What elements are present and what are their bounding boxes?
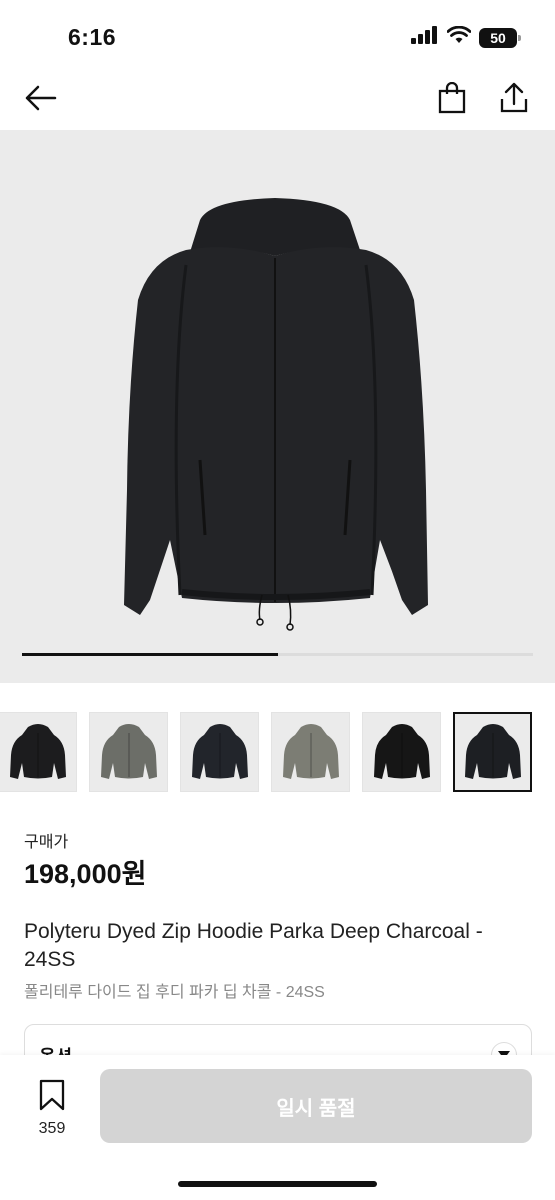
battery-indicator: 50 [479, 27, 521, 48]
product-image [124, 198, 428, 631]
thumbnail-strip [0, 712, 555, 792]
thumbnail-image [282, 724, 339, 779]
thumbnail-5[interactable] [362, 712, 441, 792]
home-indicator [178, 1181, 377, 1187]
gallery-progress-track [22, 653, 533, 656]
wishlist-button[interactable]: 359 [30, 1079, 74, 1139]
shopping-bag-icon [437, 81, 467, 119]
thumbnail-4[interactable] [271, 712, 350, 792]
status-bar: 6:16 50 [0, 0, 555, 70]
wishlist-count: 359 [38, 1120, 66, 1137]
wifi-icon [446, 25, 472, 49]
price: 198,000원 [24, 859, 147, 889]
product-title: Polyteru Dyed Zip Hoodie Parka Deep Char… [24, 920, 483, 971]
back-button[interactable] [20, 80, 60, 120]
price-label: 구매가 [24, 834, 69, 851]
bottom-action-bar: 359 일시 품절 [0, 1055, 555, 1200]
thumbnail-1[interactable] [0, 712, 77, 792]
product-image-gallery[interactable] [0, 130, 555, 683]
thumbnail-image [464, 724, 521, 779]
status-time: 6:16 [68, 24, 117, 50]
thumbnail-6[interactable] [453, 712, 532, 792]
product-title-korean: 폴리테루 다이드 집 후디 파카 딥 차콜 - 24SS [24, 984, 325, 1001]
thumbnail-image [373, 724, 430, 779]
share-button[interactable] [494, 80, 534, 120]
thumbnail-image [9, 724, 66, 779]
top-nav [0, 70, 555, 130]
gallery-progress-fill [22, 653, 278, 656]
arrow-left-icon [23, 84, 57, 117]
bookmark-icon [38, 1079, 66, 1116]
thumbnail-3[interactable] [180, 712, 259, 792]
thumbnail-image [191, 724, 248, 779]
share-icon [499, 82, 529, 119]
shopping-bag-button[interactable] [432, 80, 472, 120]
thumbnail-2[interactable] [89, 712, 168, 792]
status-icons: 50 [411, 25, 521, 49]
cellular-signal-icon [411, 26, 439, 49]
sold-out-button[interactable]: 일시 품절 [100, 1069, 532, 1143]
thumbnail-image [100, 724, 157, 779]
